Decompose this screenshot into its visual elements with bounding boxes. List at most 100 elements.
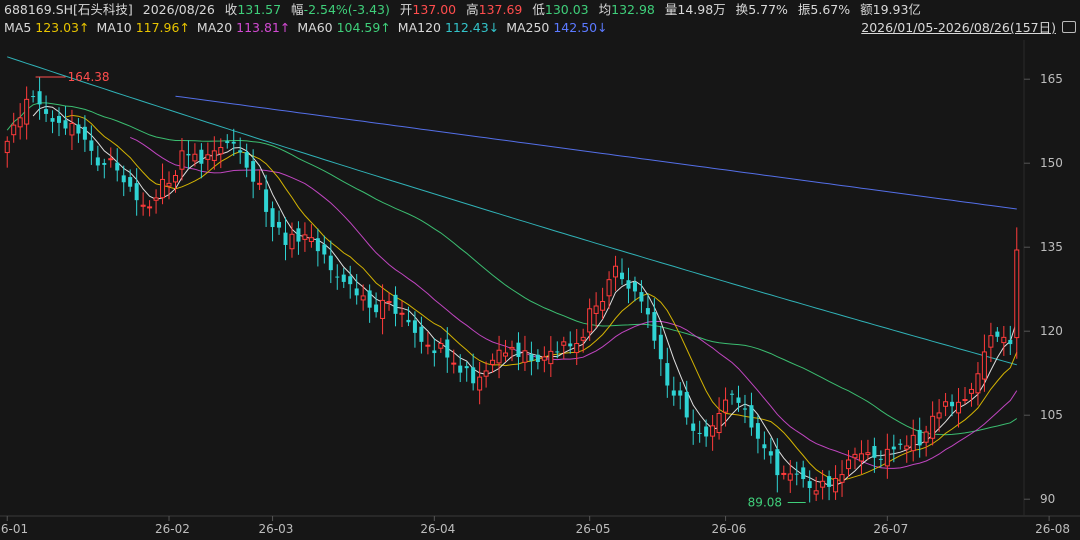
candle-down [872,446,877,458]
candle-up [17,117,23,128]
candle-down [535,354,540,362]
candle-up [904,445,910,450]
candle-down [620,272,625,280]
candle-down [277,221,282,228]
x-tick-label: 26-04 [420,522,455,536]
candle-down [639,292,644,302]
candle-up [865,452,871,455]
candle-up [923,431,929,443]
candle-down [691,423,696,431]
candle-up [289,233,295,250]
ma20-line [129,136,1018,469]
candle-up [593,305,599,314]
candle-up [172,175,178,183]
candle-up [975,373,981,394]
candle-down [665,363,670,386]
candle-up [490,359,496,365]
candle-down [671,390,676,396]
candle-down [76,124,81,134]
candle-down [244,152,249,168]
candle-down [231,141,236,144]
candle-up [981,351,987,380]
x-tick-label: 26-07 [873,522,908,536]
candle-up [858,453,864,462]
candle-down [322,244,327,255]
candle-up [962,399,968,402]
candle-up [1014,249,1020,339]
candle-up [710,425,716,437]
candle-down [898,443,903,445]
candle-down [328,255,333,271]
candle-down [736,397,741,403]
candle-up [943,401,949,407]
candle-down [419,326,424,342]
candle-down [270,208,275,228]
candle-up [451,362,457,365]
candle-down [755,423,760,439]
candle-up [140,204,146,207]
y-tick-label: 165 [1040,72,1063,86]
candle-down [678,390,683,396]
candle-up [302,234,308,240]
candle-up [496,349,502,364]
candle-down [238,150,243,153]
x-tick-label: 26-01 [0,522,28,536]
candle-up [930,415,936,439]
candle-down [412,320,417,333]
high-annotation: 164.38 [68,70,110,84]
candle-up [813,490,819,495]
candle-up [211,150,217,161]
candle-up [846,459,852,470]
candle-up [425,344,431,347]
candle-up [509,346,515,350]
candle-down [568,343,573,347]
candle-down [742,408,747,410]
candle-down [464,366,469,369]
candle-down [296,228,301,242]
x-tick-label: 26-02 [155,522,190,536]
candle-down [749,405,754,428]
candle-up [438,343,444,349]
candle-down [89,140,94,151]
candle-down [775,449,780,476]
x-tick-label: 26-03 [259,522,294,536]
candle-down [878,458,883,460]
candle-up [548,350,554,365]
candle-down [367,290,372,308]
candle-down [768,451,773,456]
candle-down [632,281,637,292]
candle-down [471,367,476,384]
candle-up [587,308,593,333]
candle-up [910,434,916,452]
candle-up [852,453,858,459]
candle-down [374,304,379,313]
candle-up [541,356,547,361]
candlestick-chart[interactable]: 90 105 120 135 150 165 26-01 26-02 26-03 26-04 26-… [0,0,1080,540]
candle-down [251,161,256,182]
candle-up [153,197,159,201]
candle-up [257,182,263,185]
candle-down [225,141,230,144]
candle-down [794,473,799,475]
candle-up [884,448,890,467]
candle-down [335,276,340,278]
candle-down [652,312,657,341]
candle-up [956,401,962,414]
candle-up [179,150,185,170]
candle-up [205,154,211,160]
candle-up [218,147,224,155]
candle-down [199,149,204,164]
candle-down [704,426,709,437]
candle-down [341,274,346,282]
candle-down [950,401,955,407]
y-tick-label: 150 [1040,156,1063,170]
x-tick-label: 26-08 [1035,522,1070,536]
candle-up [936,412,942,419]
y-tick-label: 135 [1040,240,1063,254]
candle-down [406,319,411,323]
candle-up [613,265,619,278]
candle-up [787,473,793,481]
candle-up [147,206,153,209]
candle-down [82,126,87,140]
candle-down [458,365,463,373]
